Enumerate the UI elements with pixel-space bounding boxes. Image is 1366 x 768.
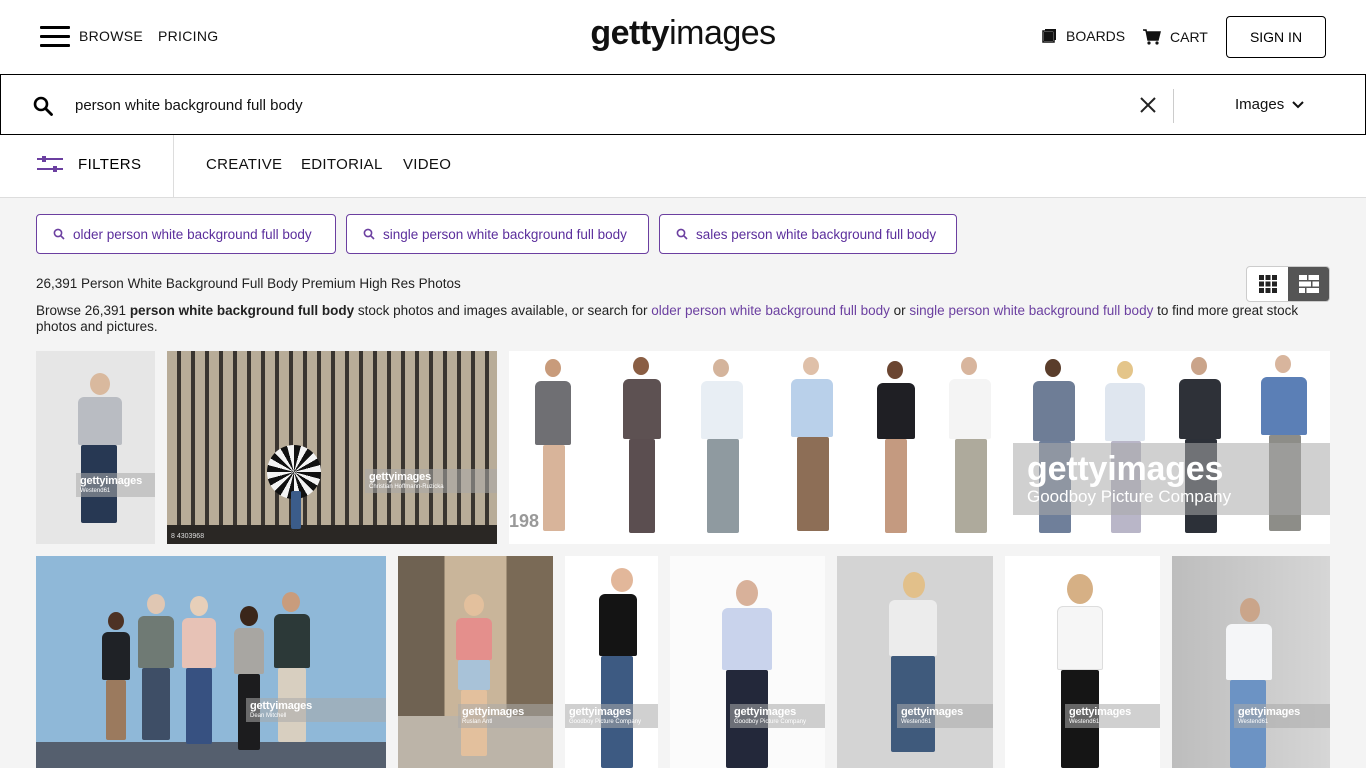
- search-icon: [676, 228, 688, 240]
- suggestion-chip[interactable]: older person white background full body: [36, 214, 336, 254]
- search-bar: Images: [0, 74, 1366, 135]
- search-input[interactable]: [75, 90, 1115, 120]
- media-type-label: Images: [1235, 96, 1285, 113]
- clear-search-icon[interactable]: [1137, 94, 1159, 116]
- result-image[interactable]: gettyimages Goodboy Picture Company: [670, 556, 825, 768]
- watermark: gettyimages Goodboy Picture Company: [565, 704, 658, 728]
- site-header: BROWSE PRICING gettyimages BOARDS CART S…: [0, 0, 1366, 74]
- filters-button[interactable]: FILTERS: [36, 155, 141, 173]
- watermark: gettyimages Westend61: [1065, 704, 1160, 728]
- boards-link[interactable]: BOARDS: [1042, 28, 1125, 44]
- result-image[interactable]: gettyimages Westend61: [837, 556, 993, 768]
- cart-icon: [1143, 29, 1161, 45]
- watermark: gettyimages Westend61: [1234, 704, 1330, 728]
- suggestion-label: older person white background full body: [73, 226, 312, 242]
- suggestion-label: single person white background full body: [383, 226, 627, 242]
- boards-label: BOARDS: [1066, 28, 1126, 44]
- suggestion-label: sales person white background full body: [696, 226, 937, 242]
- filters-icon: [37, 156, 63, 172]
- search-divider: [1173, 89, 1174, 123]
- related-search-link[interactable]: older person white background full body: [651, 303, 890, 318]
- filter-divider: [173, 135, 174, 197]
- result-image[interactable]: gettyimages Goodboy Picture Company 198: [509, 351, 1330, 544]
- result-image[interactable]: gettyimages Westend61: [1005, 556, 1160, 768]
- chevron-down-icon: [1292, 100, 1304, 108]
- sign-in-button[interactable]: SIGN IN: [1226, 16, 1326, 58]
- suggestion-chip[interactable]: sales person white background full body: [659, 214, 957, 254]
- search-icon: [363, 228, 375, 240]
- tab-editorial[interactable]: EDITORIAL: [301, 156, 383, 173]
- result-image[interactable]: gettyimages Christian Hoffmann-Ruzicka 8 …: [167, 351, 497, 544]
- watermark: gettyimages Dean Mitchell: [246, 698, 386, 722]
- view-toggle: [1246, 266, 1330, 302]
- results-count-title: 26,391 Person White Background Full Body…: [36, 276, 461, 291]
- result-image[interactable]: gettyimages Ruslan Antl: [398, 556, 553, 768]
- search-icon: [53, 228, 65, 240]
- grid-view-icon[interactable]: [1247, 267, 1288, 301]
- tab-creative[interactable]: CREATIVE: [206, 156, 282, 173]
- tab-video[interactable]: VIDEO: [403, 156, 451, 173]
- watermark: gettyimages Goodboy Picture Company: [1013, 443, 1330, 515]
- result-image[interactable]: gettyimages Goodboy Picture Company: [565, 556, 658, 768]
- suggestion-chip[interactable]: single person white background full body: [346, 214, 649, 254]
- image-id-badge: 8 4303968: [171, 533, 205, 540]
- result-image[interactable]: gettyimages Dean Mitchell: [36, 556, 386, 768]
- watermark: gettyimages Ruslan Antl: [458, 704, 553, 728]
- mosaic-view-icon[interactable]: [1288, 267, 1329, 301]
- result-image[interactable]: gettyimages Westend61: [36, 351, 155, 544]
- filter-row: FILTERS CREATIVE EDITORIAL VIDEO: [0, 135, 1366, 198]
- result-image[interactable]: gettyimages Westend61: [1172, 556, 1330, 768]
- browse-description: Browse 26,391 person white background fu…: [36, 303, 1299, 334]
- watermark: gettyimages Westend61: [897, 704, 993, 728]
- image-id-badge: 198: [509, 511, 540, 531]
- cart-link[interactable]: CART: [1142, 28, 1208, 46]
- watermark: gettyimages Westend61: [76, 473, 155, 497]
- watermark: gettyimages Goodboy Picture Company: [730, 704, 825, 728]
- related-search-link[interactable]: single person white background full body: [909, 303, 1153, 318]
- boards-icon: [1042, 29, 1056, 43]
- cart-label: CART: [1170, 29, 1208, 45]
- media-type-select[interactable]: Images: [1235, 96, 1304, 113]
- filters-label: FILTERS: [78, 155, 142, 173]
- watermark: gettyimages Christian Hoffmann-Ruzicka: [365, 469, 497, 493]
- search-icon[interactable]: [33, 96, 53, 116]
